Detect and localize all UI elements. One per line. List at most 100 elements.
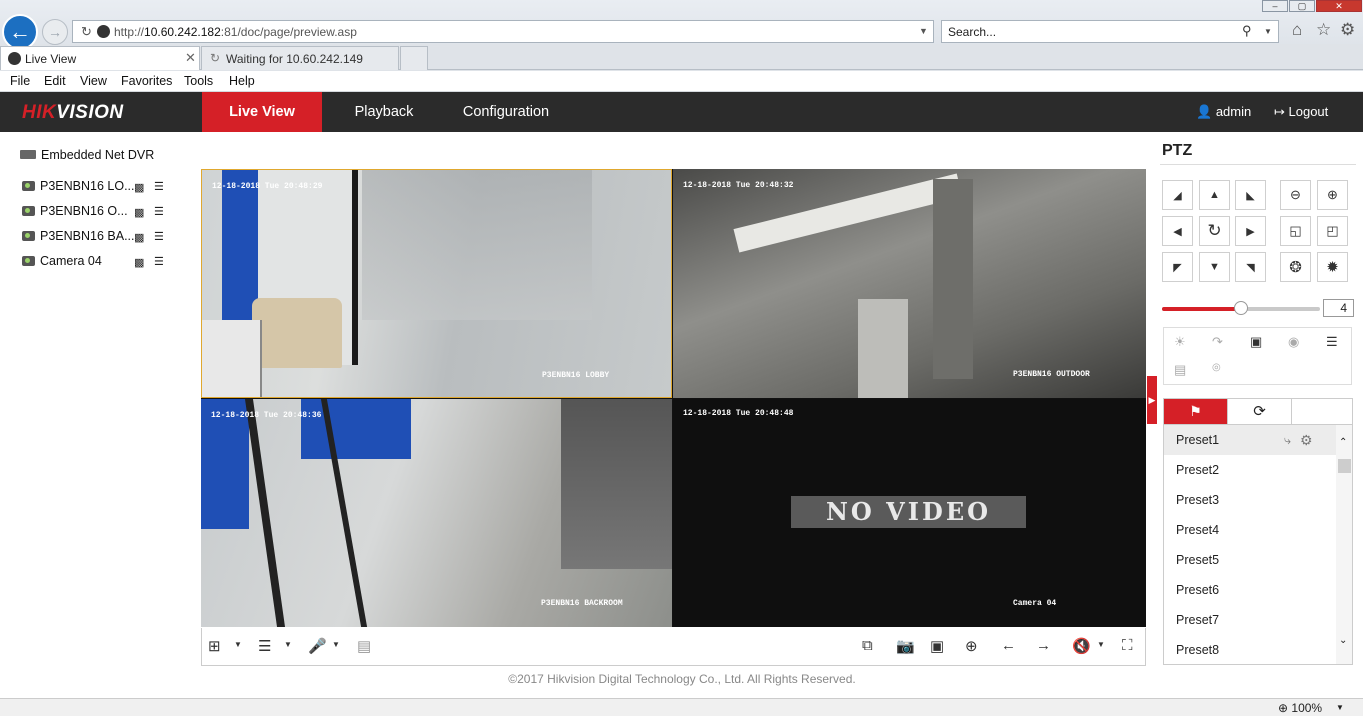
- forward-button[interactable]: →: [42, 19, 68, 45]
- scroll-thumb[interactable]: [1338, 459, 1351, 473]
- settings-gear-icon[interactable]: ⚙: [1340, 20, 1355, 40]
- set-preset-gear-icon[interactable]: ⚙: [1300, 425, 1313, 455]
- menu-edit[interactable]: Edit: [44, 74, 66, 88]
- search-box[interactable]: ⚲ ▼: [941, 20, 1279, 43]
- favorites-star-icon[interactable]: ☆: [1316, 20, 1331, 40]
- close-window-button[interactable]: ✕: [1316, 0, 1362, 12]
- preset-item-1[interactable]: Preset1 ⤷ ⚙: [1164, 425, 1336, 455]
- video-window-3[interactable]: 12-18-2018 Tue 20:48:36 P3ENBN16 BACKROO…: [201, 399, 672, 627]
- tab-preset[interactable]: ⚑: [1164, 399, 1227, 424]
- home-icon[interactable]: ⌂: [1292, 20, 1302, 40]
- zoom-in-button[interactable]: ⊕: [1317, 180, 1348, 210]
- ptz-down-right-button[interactable]: ◥: [1235, 252, 1266, 282]
- nav-configuration[interactable]: Configuration: [450, 92, 562, 132]
- maximize-button[interactable]: ▢: [1289, 0, 1315, 12]
- ptz-down-button[interactable]: ▼: [1199, 252, 1230, 282]
- scroll-up-icon[interactable]: ⌃: [1339, 437, 1347, 448]
- menu-view[interactable]: View: [80, 74, 107, 88]
- user-menu[interactable]: 👤 admin: [1196, 104, 1251, 120]
- nav-playback[interactable]: Playback: [344, 92, 424, 132]
- minimize-button[interactable]: –: [1262, 0, 1288, 12]
- tab-live-view[interactable]: Live View ✕: [0, 46, 200, 70]
- new-tab-button[interactable]: [400, 46, 428, 70]
- close-tab-icon[interactable]: ✕: [185, 50, 196, 66]
- collapse-panel-toggle[interactable]: ▶: [1147, 376, 1157, 424]
- ptz-up-button[interactable]: ▲: [1199, 180, 1230, 210]
- menu-file[interactable]: File: [10, 74, 30, 88]
- iris-open-button[interactable]: ❂: [1280, 252, 1311, 282]
- lens-init-icon[interactable]: ◉: [1288, 334, 1299, 350]
- tree-root-dvr[interactable]: Embedded Net DVR: [20, 148, 154, 162]
- call-preset-icon[interactable]: ⤷: [1284, 425, 1291, 455]
- url-field[interactable]: ↻ http://10.60.242.182:81/doc/page/previ…: [72, 20, 934, 43]
- volume-muted-icon[interactable]: 🔇: [1072, 637, 1091, 655]
- iris-close-button[interactable]: ✹: [1317, 252, 1348, 282]
- back-button[interactable]: ←: [2, 14, 38, 50]
- next-page-icon[interactable]: →: [1036, 637, 1051, 654]
- refresh-icon[interactable]: ↻: [81, 24, 92, 40]
- tree-channel-2[interactable]: P3ENBN16 O...: [22, 204, 128, 218]
- play-stream-icon[interactable]: ▩: [134, 181, 144, 194]
- tab-loading[interactable]: ↻ Waiting for 10.60.242.149: [201, 46, 399, 70]
- ptz-speed-slider[interactable]: [1162, 301, 1320, 315]
- focus-near-button[interactable]: ◱: [1280, 216, 1311, 246]
- stream-type-icon[interactable]: ☰: [154, 205, 164, 218]
- stream-dropdown-icon[interactable]: ▼: [284, 640, 292, 649]
- audio-dropdown-icon[interactable]: ▼: [332, 640, 340, 649]
- preset-item-3[interactable]: Preset3: [1164, 485, 1336, 515]
- stream-select-icon[interactable]: ☰: [258, 637, 271, 655]
- ptz-up-right-button[interactable]: ◣: [1235, 180, 1266, 210]
- 3d-positioning-icon[interactable]: ◎: [1212, 362, 1221, 373]
- scroll-down-icon[interactable]: ⌄: [1339, 635, 1347, 646]
- focus-far-button[interactable]: ◰: [1317, 216, 1348, 246]
- play-stream-icon[interactable]: ▩: [134, 231, 144, 244]
- logout-button[interactable]: ↦ Logout: [1274, 104, 1328, 120]
- play-stream-icon[interactable]: ▩: [134, 256, 144, 269]
- video-window-2[interactable]: 12-18-2018 Tue 20:48:32 P3ENBN16 OUTDOOR: [673, 169, 1146, 398]
- ptz-up-left-button[interactable]: ◢: [1162, 180, 1193, 210]
- preset-item-4[interactable]: Preset4: [1164, 515, 1336, 545]
- zoom-out-button[interactable]: ⊖: [1280, 180, 1311, 210]
- record-all-icon[interactable]: ▣: [930, 637, 944, 655]
- tree-channel-4[interactable]: Camera 04: [22, 254, 102, 268]
- previous-page-icon[interactable]: ←: [1001, 637, 1016, 654]
- volume-dropdown-icon[interactable]: ▼: [1097, 640, 1105, 649]
- ptz-speed-handle[interactable]: [1234, 301, 1248, 315]
- alarm-output-icon[interactable]: ▤: [357, 637, 371, 655]
- auxiliary-focus-icon[interactable]: ▣: [1250, 334, 1262, 350]
- tree-channel-1[interactable]: P3ENBN16 LO...: [22, 179, 135, 193]
- wiper-icon[interactable]: ↷: [1212, 334, 1223, 350]
- digital-zoom-icon[interactable]: ⊕: [965, 637, 978, 655]
- ptz-auto-scan-button[interactable]: ↻: [1199, 216, 1230, 246]
- search-input[interactable]: [948, 25, 1228, 39]
- ptz-right-button[interactable]: ▶: [1235, 216, 1266, 246]
- nav-live-view[interactable]: Live View: [202, 92, 322, 132]
- capture-icon[interactable]: 📷: [896, 637, 915, 655]
- stop-all-icon[interactable]: ⧉: [862, 637, 873, 654]
- menu-favorites[interactable]: Favorites: [121, 74, 172, 88]
- ptz-down-left-button[interactable]: ◤: [1162, 252, 1193, 282]
- window-layout-icon[interactable]: ⊞: [208, 637, 221, 655]
- stream-type-icon[interactable]: ☰: [154, 230, 164, 243]
- preset-scrollbar[interactable]: ⌃ ⌄: [1336, 425, 1352, 664]
- search-icon[interactable]: ⚲: [1242, 23, 1252, 39]
- fullscreen-icon[interactable]: ⛶: [1122, 637, 1133, 654]
- menu-tools[interactable]: Tools: [184, 74, 213, 88]
- tab-patrol[interactable]: ⟳: [1227, 399, 1291, 424]
- play-stream-icon[interactable]: ▩: [134, 206, 144, 219]
- menu-help[interactable]: Help: [229, 74, 255, 88]
- url-dropdown-icon[interactable]: ▼: [919, 26, 928, 36]
- tree-channel-3[interactable]: P3ENBN16 BA...: [22, 229, 135, 243]
- preset-item-2[interactable]: Preset2: [1164, 455, 1336, 485]
- layout-dropdown-icon[interactable]: ▼: [234, 640, 242, 649]
- manual-tracking-icon[interactable]: ▤: [1174, 362, 1186, 378]
- search-dropdown-icon[interactable]: ▼: [1264, 27, 1272, 36]
- light-icon[interactable]: ☀: [1174, 334, 1186, 350]
- ptz-left-button[interactable]: ◀: [1162, 216, 1193, 246]
- zoom-dropdown-icon[interactable]: ▼: [1336, 703, 1344, 712]
- preset-item-6[interactable]: Preset6: [1164, 575, 1336, 605]
- preset-item-8[interactable]: Preset8: [1164, 635, 1336, 664]
- zoom-level[interactable]: ⊕ 100%: [1278, 701, 1322, 715]
- microphone-icon[interactable]: 🎤: [308, 637, 327, 655]
- video-window-1[interactable]: 12-18-2018 Tue 20:48:29 P3ENBN16 LOBBY: [201, 169, 672, 398]
